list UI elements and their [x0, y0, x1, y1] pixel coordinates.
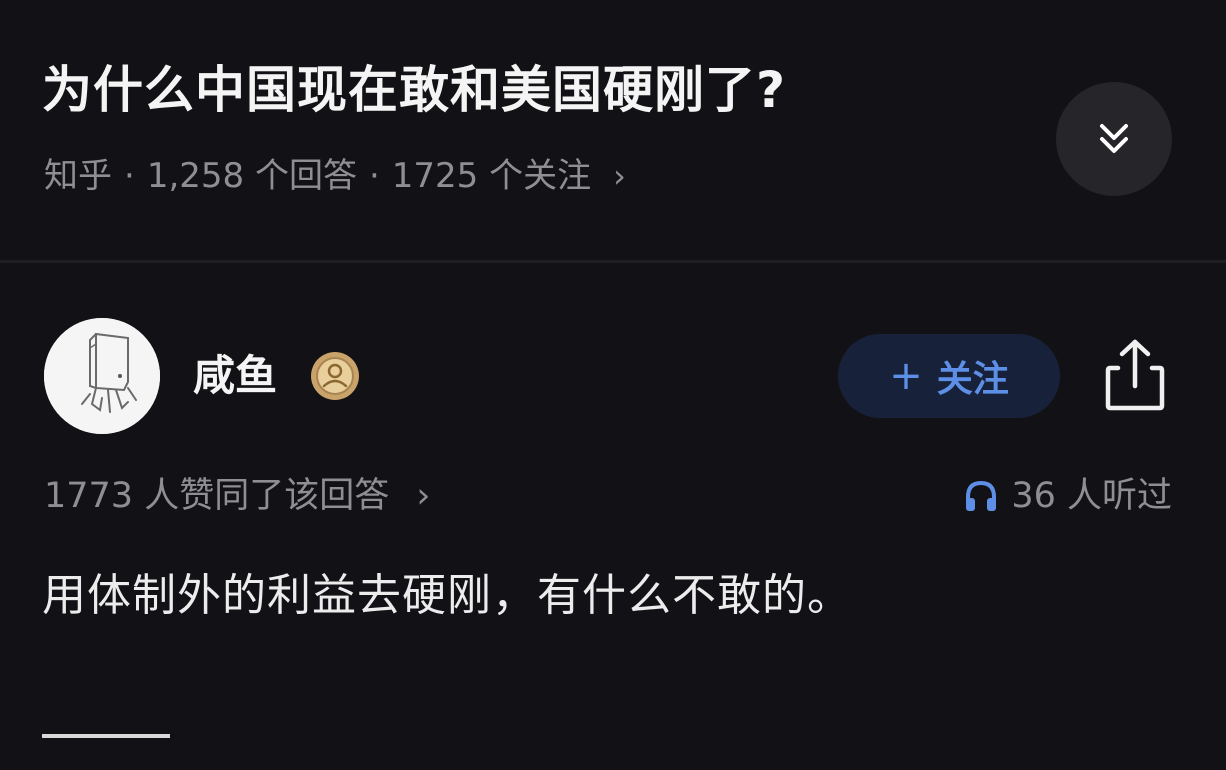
votes-summary[interactable]: 1773 人赞同了该回答 ›: [44, 470, 430, 522]
listen-text: 36 人听过: [1011, 476, 1172, 516]
chevron-right-icon: ›: [416, 476, 431, 516]
content-divider: [42, 734, 170, 738]
source-label: 知乎: [44, 156, 112, 196]
answers-count: 1,258 个回答: [146, 156, 357, 196]
answer-content[interactable]: 用体制外的利益去硬刚，有什么不敢的。: [42, 562, 852, 630]
question-meta[interactable]: 知乎 · 1,258 个回答 · 1725 个关注 ›: [44, 150, 626, 202]
author-name[interactable]: 咸鱼: [193, 346, 277, 406]
double-chevron-down-icon: [1100, 124, 1128, 153]
share-icon: [1105, 339, 1165, 411]
question-header: 为什么中国现在敢和美国硬刚了? 知乎 · 1,258 个回答 · 1725 个关…: [0, 0, 1226, 262]
meta-separator: ·: [124, 156, 135, 196]
section-divider: [0, 260, 1226, 263]
plus-icon: +: [889, 353, 923, 399]
collapse-button[interactable]: [1056, 82, 1172, 196]
user-badge-icon: [311, 352, 359, 400]
avatar-illustration: [44, 318, 160, 434]
avatar[interactable]: [44, 318, 160, 434]
followers-count: 1725 个关注: [391, 156, 592, 196]
follow-button[interactable]: + 关注: [838, 334, 1060, 418]
question-title[interactable]: 为什么中国现在敢和美国硬刚了?: [42, 52, 786, 128]
follow-label: 关注: [936, 359, 1009, 400]
votes-text: 1773 人赞同了该回答: [44, 476, 390, 516]
share-button[interactable]: [1098, 334, 1172, 416]
chevron-right-icon: ›: [613, 157, 626, 195]
listen-count[interactable]: 36 人听过: [963, 470, 1172, 522]
headphones-icon: [966, 480, 997, 511]
meta-separator: ·: [368, 156, 380, 196]
